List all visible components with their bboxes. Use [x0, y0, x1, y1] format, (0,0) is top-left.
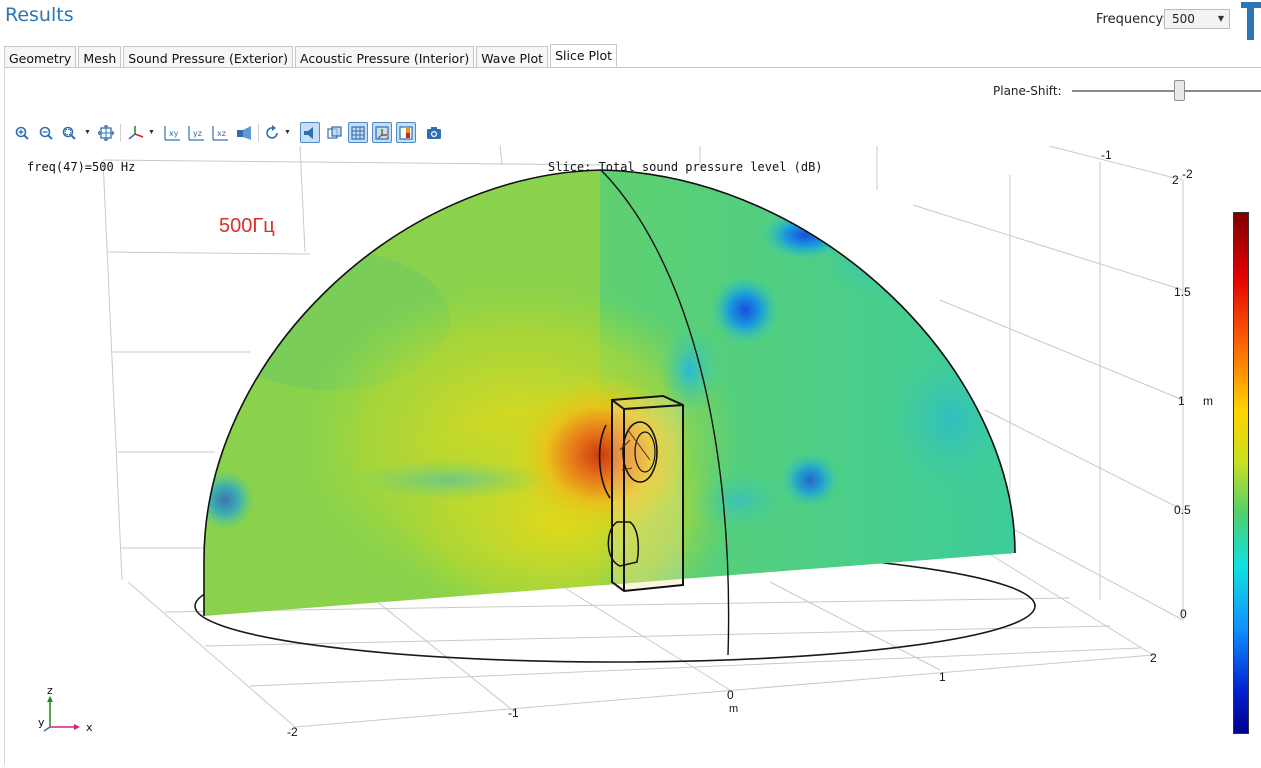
z-axis-tick: 2	[1172, 173, 1179, 187]
view-yz-icon[interactable]: yz	[186, 122, 206, 143]
tab-geometry[interactable]: Geometry	[4, 46, 77, 68]
speaker-cabinet	[598, 394, 684, 593]
go-to-default-view-icon[interactable]	[234, 122, 254, 143]
z-axis-label-top: -2	[1182, 167, 1193, 181]
zoom-extents-icon[interactable]	[96, 122, 116, 143]
color-legend-bar	[1233, 212, 1249, 734]
tab-sound-pressure-exterior[interactable]: Sound Pressure (Exterior)	[123, 46, 293, 68]
axis-triad-icon: z x y	[38, 684, 93, 734]
scene-light-icon[interactable]	[300, 122, 320, 143]
results-window: Results Frequency: 500 ▼ Geometry Mesh S…	[0, 0, 1261, 768]
toolbar-separator	[120, 124, 121, 142]
svg-text:xz: xz	[217, 129, 226, 138]
tab-wave-plot[interactable]: Wave Plot	[476, 46, 549, 68]
x-axis-tick: 0	[727, 688, 734, 702]
x-axis-tick: 1	[939, 670, 946, 684]
frequency-label: Frequency:	[1096, 12, 1167, 27]
zoom-out-icon[interactable]	[36, 122, 56, 143]
z-axis-tick: 0	[1180, 607, 1187, 621]
app-logo-icon	[1241, 2, 1261, 40]
window-title: Results	[5, 4, 74, 26]
rotate-dropdown-icon[interactable]: ▼	[284, 129, 291, 136]
frequency-value: 500	[1172, 12, 1195, 26]
y-axis-tick: -1	[1101, 148, 1112, 162]
graphics-viewport[interactable]: -2 -1 0 0.5 1 m 1.5 2 -2 -1 0 m 1 2 z x …	[10, 146, 1261, 763]
z-axis-tick: 1	[1178, 394, 1185, 408]
svg-text:yz: yz	[193, 129, 202, 138]
transparency-icon[interactable]	[325, 122, 345, 143]
graphics-toolbar: ▼ ▼ xy yz xz ▼	[12, 122, 452, 144]
view-axis-icon[interactable]	[126, 122, 146, 143]
z-axis-tick: 0.5	[1174, 503, 1191, 517]
view-xy-icon[interactable]: xy	[162, 122, 182, 143]
plane-shift-label: Plane-Shift:	[993, 84, 1062, 98]
snapshot-icon[interactable]	[424, 122, 444, 143]
zoom-in-icon[interactable]	[12, 122, 32, 143]
show-legends-icon[interactable]	[396, 122, 416, 143]
view-xz-icon[interactable]: xz	[210, 122, 230, 143]
svg-text:xy: xy	[169, 129, 179, 138]
tab-acoustic-pressure-interior[interactable]: Acoustic Pressure (Interior)	[295, 46, 475, 68]
result-tabs: Geometry Mesh Sound Pressure (Exterior) …	[4, 44, 619, 68]
plane-shift-slider-thumb[interactable]	[1174, 80, 1186, 101]
plane-shift-slider[interactable]	[1072, 90, 1261, 92]
zoom-dropdown-icon[interactable]: ▼	[84, 129, 91, 136]
slice-plot-canvas	[102, 146, 1184, 728]
triad-y-label: y	[38, 716, 45, 729]
sound-pressure-slice	[204, 170, 1015, 616]
plot-frequency-info: freq(47)=500 Hz	[27, 160, 136, 174]
plot-title: Slice: Total sound pressure level (dB)	[548, 160, 823, 174]
z-axis-unit: m	[1203, 394, 1213, 408]
x-axis-tick: -1	[508, 706, 519, 720]
frequency-select[interactable]: 500 ▼	[1164, 9, 1230, 29]
show-axis-orientation-icon[interactable]	[372, 122, 392, 143]
x-axis-tick: -2	[287, 725, 298, 739]
rotate-icon[interactable]	[262, 122, 282, 143]
tabs-divider	[4, 67, 1261, 68]
x-axis-tick: 2	[1150, 651, 1157, 665]
toolbar-separator	[258, 124, 259, 142]
triad-x-label: x	[86, 721, 93, 734]
chevron-down-icon: ▼	[1217, 14, 1224, 23]
show-grid-icon[interactable]	[348, 122, 368, 143]
tab-slice-plot[interactable]: Slice Plot	[550, 44, 618, 67]
tab-mesh[interactable]: Mesh	[78, 46, 122, 68]
zoom-box-icon[interactable]	[60, 122, 80, 143]
x-axis-unit: m	[729, 703, 739, 715]
z-axis-tick: 1.5	[1174, 285, 1191, 299]
triad-z-label: z	[47, 684, 53, 697]
view-dropdown-icon[interactable]: ▼	[148, 129, 155, 136]
frequency-annotation: 500Гц	[206, 209, 289, 243]
